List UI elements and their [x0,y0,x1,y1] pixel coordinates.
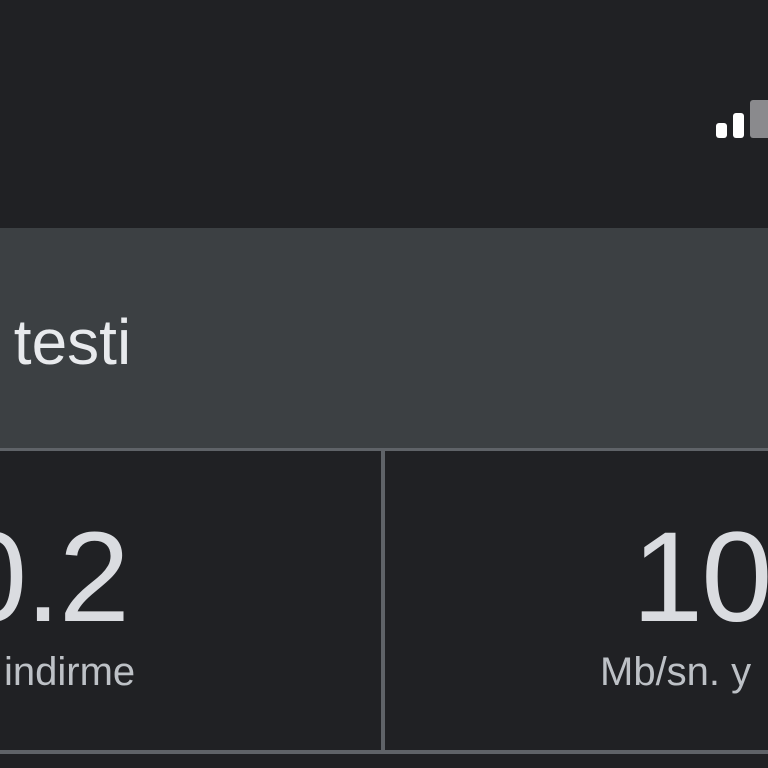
page-title: z testi [0,306,132,378]
results-divider-bottom [0,750,768,754]
signal-bar-2 [733,113,744,138]
results-divider-vertical [381,448,385,754]
upload-speed-value: 10 [632,506,768,649]
download-speed-value: 0.2 [0,506,130,649]
download-speed-label: indirme [4,650,136,694]
upload-speed-label: Mb/sn. y [600,650,752,694]
signal-bar-1 [716,123,727,138]
signal-bar-3 [750,100,768,138]
cellular-signal-icon [714,100,768,138]
speed-test-screen: z testi 0.2 indirme 10 Mb/sn. y [0,0,768,768]
status-bar [0,0,768,228]
